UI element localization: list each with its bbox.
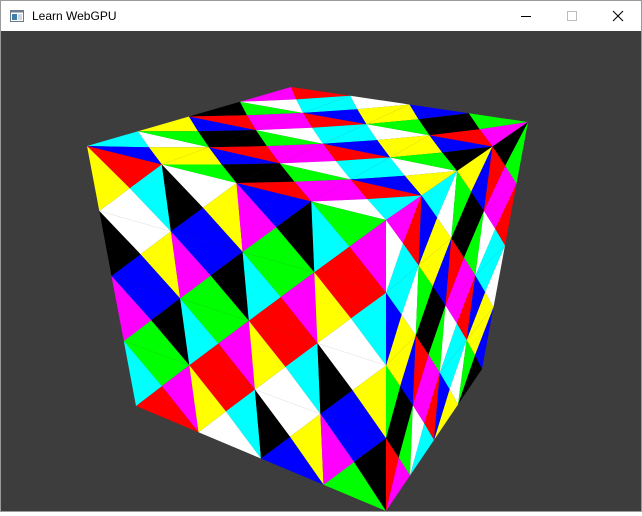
render-canvas[interactable] <box>1 31 641 511</box>
minimize-button[interactable] <box>503 1 549 31</box>
close-icon <box>612 10 624 22</box>
minimize-icon <box>521 16 531 17</box>
texture-triangle <box>138 116 198 132</box>
texture-triangle <box>87 131 149 148</box>
cube-render <box>87 87 528 511</box>
title-bar[interactable]: Learn WebGPU <box>1 1 641 31</box>
maximize-icon <box>567 11 577 21</box>
app-window: Learn WebGPU <box>0 0 642 512</box>
app-window-icon <box>9 8 25 24</box>
texture-triangle <box>240 87 297 102</box>
maximize-button[interactable] <box>549 1 595 31</box>
window-controls <box>503 1 641 31</box>
window-title: Learn WebGPU <box>32 9 117 23</box>
texture-triangle <box>189 101 247 117</box>
close-button[interactable] <box>595 1 641 31</box>
